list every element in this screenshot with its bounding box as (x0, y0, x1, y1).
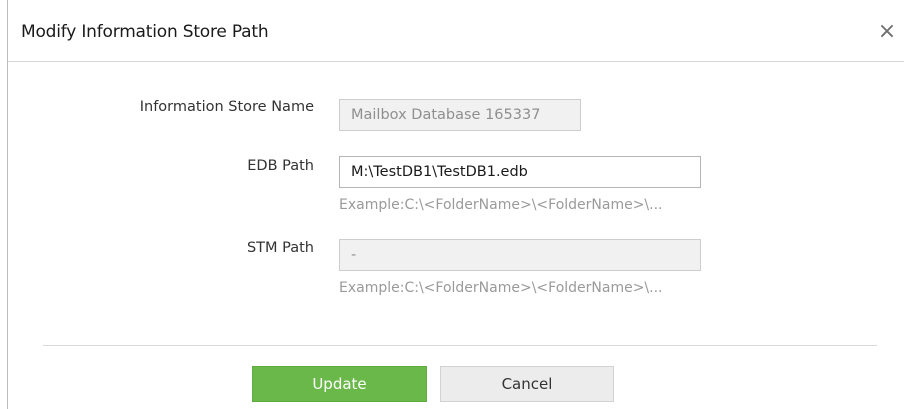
edb-path-hint: Example:C:\<FolderName>\<FolderName>\... (339, 197, 663, 213)
stm-path-field: - (339, 239, 701, 271)
store-name-field: Mailbox Database 165337 (339, 99, 581, 131)
cancel-button[interactable]: Cancel (440, 366, 614, 402)
close-icon[interactable]: × (876, 21, 898, 43)
edb-path-label: EDB Path (247, 158, 314, 174)
dialog-header: Modify Information Store Path × (8, 0, 904, 62)
update-button[interactable]: Update (252, 366, 427, 402)
stm-path-label: STM Path (246, 240, 314, 256)
dialog-title: Modify Information Store Path (21, 22, 269, 42)
edb-path-input[interactable]: M:\TestDB1\TestDB1.edb (339, 156, 701, 188)
store-name-label: Information Store Name (139, 99, 314, 115)
footer-divider (43, 345, 877, 346)
stm-path-hint: Example:C:\<FolderName>\<FolderName>\... (339, 280, 663, 296)
modify-store-path-dialog: Modify Information Store Path × Informat… (7, 0, 904, 409)
